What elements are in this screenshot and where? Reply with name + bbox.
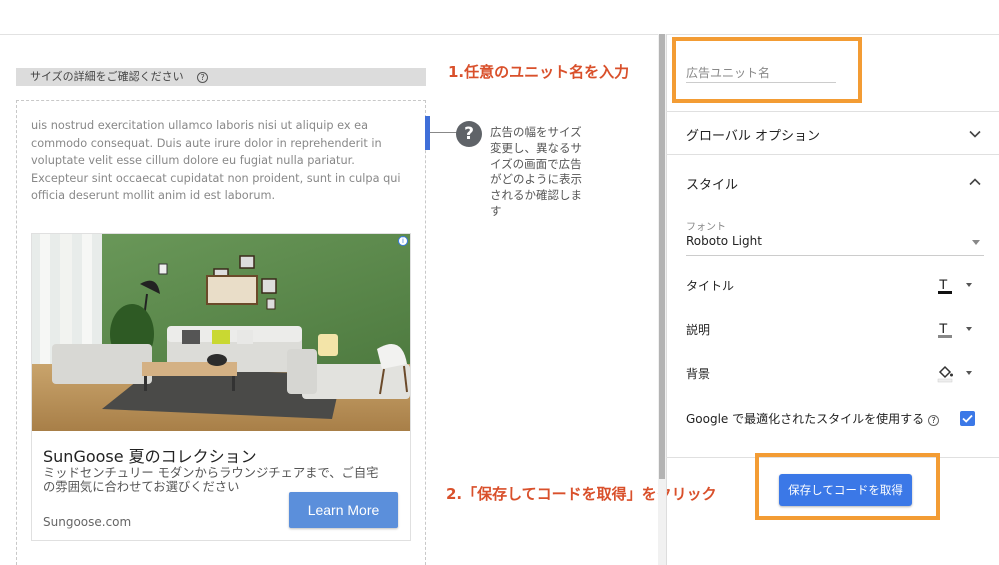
ad-domain: Sungoose.com	[43, 515, 132, 529]
ad-preview-frame: uis nostrud exercitation ullamco laboris…	[16, 100, 426, 565]
description-style-label: 説明	[686, 323, 711, 337]
background-color-picker[interactable]	[936, 363, 976, 383]
google-optimized-checkbox[interactable]	[960, 411, 975, 426]
divider	[666, 154, 999, 155]
ad-headline[interactable]: SunGoose 夏のコレクション	[43, 443, 257, 467]
adchoices-icon[interactable]: i	[398, 236, 408, 246]
google-optimized-option: Google で最適化されたスタイルを使用する?	[686, 410, 940, 427]
global-options-label[interactable]: グローバル オプション	[686, 125, 820, 144]
title-color-picker[interactable]: T	[936, 275, 976, 295]
chevron-up-icon[interactable]	[969, 176, 981, 188]
tooltip-connector	[430, 132, 457, 133]
text-color-icon: T	[938, 320, 952, 338]
save-button-highlight	[755, 453, 940, 520]
scrollbar-thumb[interactable]	[659, 34, 665, 479]
sample-article-text: uis nostrud exercitation ullamco laboris…	[31, 119, 401, 203]
step1-annotation: 1.任意のユニット名を入力	[448, 63, 630, 81]
help-icon[interactable]: ?	[197, 72, 209, 83]
learn-more-button[interactable]: Learn More	[289, 492, 398, 528]
font-label: フォント	[686, 222, 726, 233]
description-color-picker[interactable]: T	[936, 319, 976, 339]
svg-text:T: T	[939, 320, 948, 336]
resize-tooltip-text: 広告の幅をサイズ変更し、異なるサイズの画面で広告がどのように表示されるか確認しま…	[490, 125, 582, 218]
text-color-icon: T	[938, 276, 952, 294]
chevron-down-icon[interactable]	[969, 128, 981, 140]
dropdown-caret-icon	[972, 240, 980, 245]
divider	[666, 111, 999, 112]
native-ad-card[interactable]: i SunGoose 夏のコレクション ミッドセンチュリー モダンからラウンジチ…	[31, 233, 411, 541]
checkmark-icon	[962, 414, 973, 423]
resize-handle[interactable]	[425, 116, 430, 150]
font-select-value: Roboto Light	[686, 234, 762, 248]
size-details-bar: サイズの詳細をご確認ください ?	[16, 68, 426, 86]
unit-name-highlight	[672, 37, 862, 103]
svg-text:T: T	[939, 276, 948, 292]
style-section-label[interactable]: スタイル	[686, 174, 738, 193]
question-icon: ?	[456, 121, 482, 147]
fill-bucket-icon	[937, 365, 953, 383]
help-icon[interactable]: ?	[928, 415, 940, 426]
size-details-label: サイズの詳細をご確認ください	[30, 70, 184, 83]
ad-description: ミッドセンチュリー モダンからラウンジチェアまで、ご自宅の雰囲気に合わせてお選び…	[43, 466, 379, 494]
ad-image: i	[32, 234, 410, 431]
title-style-label: タイトル	[686, 279, 735, 293]
google-optimized-label: Google で最適化されたスタイルを使用する	[686, 412, 925, 426]
background-style-label: 背景	[686, 367, 711, 381]
font-select[interactable]: Roboto Light	[686, 234, 984, 256]
